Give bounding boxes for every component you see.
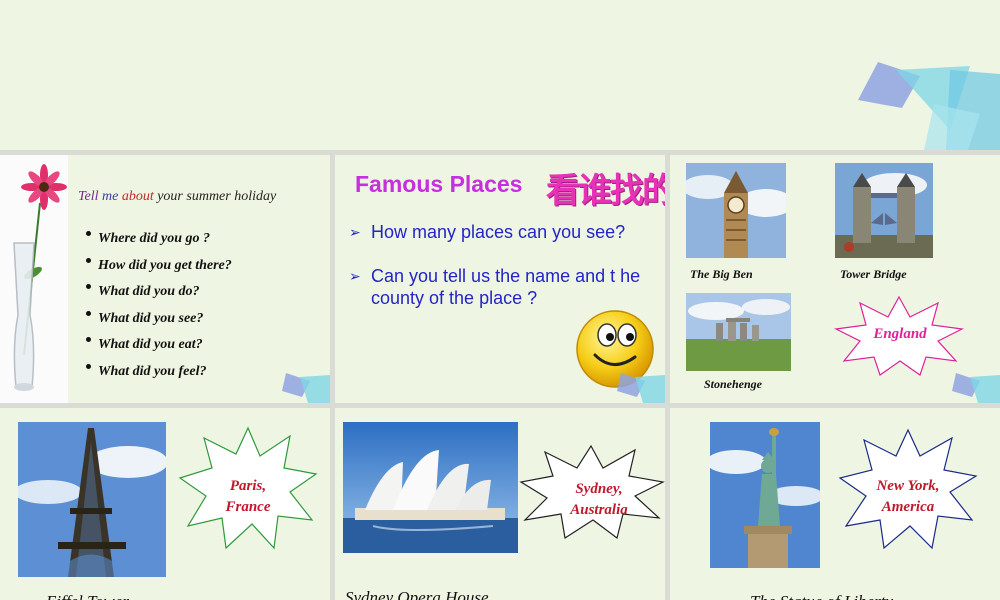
big-ben-photo <box>686 163 786 258</box>
question-item: What did you eat? <box>86 337 232 364</box>
arrow-bullet-icon: ➢ <box>349 224 361 240</box>
paris-france-label: Paris, France <box>225 478 271 515</box>
caption-statue-of-liberty: The Statue of Liberty <box>750 592 893 600</box>
famous-places-title: Famous Places <box>355 171 523 197</box>
corner-decoration-icon <box>952 373 1000 403</box>
heading-word-about: about <box>121 189 154 204</box>
question-item: Where did you go ? <box>86 231 232 258</box>
slide-famous-places[interactable]: Famous Places 看谁找的多 ➢ How many places ca… <box>335 155 665 403</box>
slide-england[interactable]: The Big Ben Tower Bridge Stonehenge Engl… <box>670 155 1000 403</box>
question-item: What did you feel? <box>86 363 232 391</box>
eiffel-tower-photo <box>18 422 166 577</box>
tower-bridge-photo <box>835 163 933 258</box>
slide-sydney[interactable]: Sydney, Australia Sydney Opera House <box>335 408 665 600</box>
sydney-australia-label: Sydney, Australia <box>570 481 628 518</box>
statue-of-liberty-photo <box>710 422 820 568</box>
heading-word-me: me <box>102 189 119 204</box>
question-list: Where did you go ? How did you get there… <box>86 231 232 391</box>
question-item: How did you get there? <box>86 257 232 285</box>
stonehenge-photo <box>686 293 791 371</box>
flower-vase-image <box>0 155 68 403</box>
slide-new-york[interactable]: New York,America The Statue of Liberty <box>670 408 1000 600</box>
sydney-opera-house-photo <box>343 422 518 553</box>
caption-sydney-opera-house: Sydney Opera House <box>345 588 489 600</box>
corner-decoration-icon <box>282 373 330 403</box>
slide-summer-holiday[interactable]: Tell me about your summer holiday Where … <box>0 155 330 403</box>
corner-decoration-icon <box>617 373 665 403</box>
decorative-shapes-icon <box>858 62 1000 150</box>
summer-holiday-heading: Tell me about your summer holiday <box>78 189 276 205</box>
header-band <box>0 0 1000 150</box>
caption-eiffel-tower: Eiffel Tower <box>46 592 129 600</box>
arrow-bullet-icon: ➢ <box>349 268 361 284</box>
heading-rest: your summer holiday <box>157 189 277 204</box>
question-item: What did you do? <box>86 284 232 311</box>
country-england: England <box>873 326 927 342</box>
slide-paris[interactable]: Paris,France Eiffel Tower <box>0 408 330 600</box>
new-york-america-label: New York, America <box>876 478 940 515</box>
caption-stonehenge: Stonehenge <box>704 377 763 391</box>
heading-word-tell: Tell <box>78 189 99 204</box>
chinese-title: 看谁找的多 <box>546 172 665 210</box>
slide-grid: Tell me about your summer holiday Where … <box>0 150 1000 600</box>
caption-big-ben: The Big Ben <box>690 267 753 281</box>
caption-tower-bridge: Tower Bridge <box>840 267 907 281</box>
question-item: What did you see? <box>86 310 232 338</box>
